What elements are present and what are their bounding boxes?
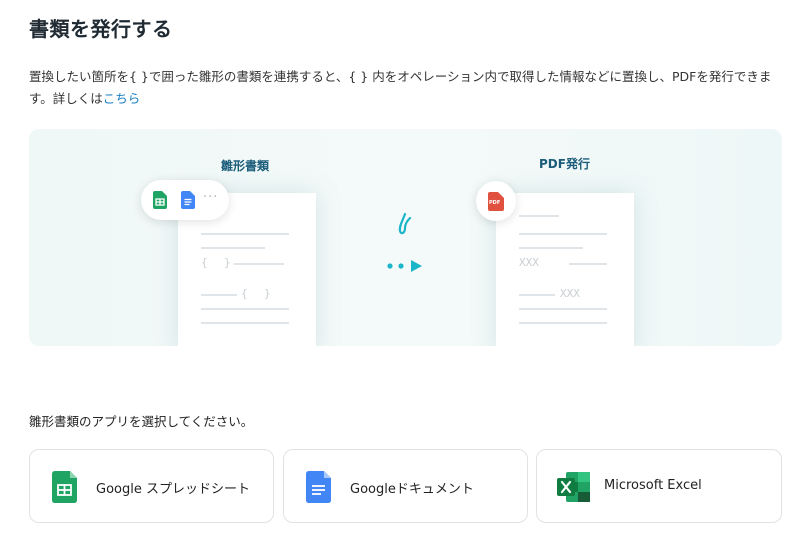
doc-line [519, 247, 583, 249]
template-apps-pill: ··· [141, 180, 229, 220]
pdf-document: XXX XXX [496, 193, 634, 346]
brace-open: { [241, 287, 248, 300]
placeholder-value: XXX [560, 287, 580, 300]
description-text: 置換したい箇所を{ }で囲った雛形の書類を連携すると、{ } 内をオペレーション… [29, 69, 772, 106]
illustration-banner: 雛形書類 PDF発行 { } { } ··· XXX XXX PDF [29, 129, 782, 346]
google-docs-label: Googleドキュメント [350, 482, 474, 497]
details-link[interactable]: こちら [103, 91, 141, 106]
template-doc-label: 雛形書類 [221, 159, 270, 173]
doc-line [519, 294, 555, 296]
pdf-badge-circle: PDF [476, 181, 516, 221]
signature-icon [398, 212, 412, 235]
brace-close: } [264, 287, 271, 300]
doc-line [519, 215, 559, 217]
doc-line [201, 308, 289, 310]
google-docs-icon [306, 471, 331, 503]
google-docs-card[interactable]: Googleドキュメント [283, 449, 528, 523]
doc-line [234, 263, 284, 265]
microsoft-excel-icon [557, 472, 590, 502]
placeholder-value: XXX [519, 256, 539, 269]
google-docs-icon [181, 191, 195, 209]
page-title: 書類を発行する [29, 17, 173, 41]
flow-arrow-icon [387, 260, 422, 272]
google-sheets-icon [52, 471, 77, 503]
more-apps-icon: ··· [203, 190, 219, 205]
google-sheets-icon [153, 191, 167, 209]
doc-line [519, 233, 607, 235]
google-sheets-label: Google スプレッドシート [96, 482, 250, 497]
doc-line [519, 308, 607, 310]
microsoft-excel-card[interactable]: Microsoft Excel [536, 449, 782, 523]
doc-line [201, 294, 237, 296]
pdf-badge-text: PDF [489, 200, 501, 206]
microsoft-excel-label: Microsoft Excel [604, 478, 702, 493]
brace-close: } [224, 256, 231, 269]
doc-line [201, 322, 289, 324]
app-select-prompt: 雛形書類のアプリを選択してください。 [29, 414, 254, 429]
google-sheets-card[interactable]: Google スプレッドシート [29, 449, 274, 523]
page-description: 置換したい箇所を{ }で囲った雛形の書類を連携すると、{ } 内をオペレーション… [29, 66, 774, 110]
doc-line [201, 233, 289, 235]
brace-open: { [201, 256, 208, 269]
pdf-doc-label: PDF発行 [539, 157, 590, 171]
doc-line [569, 263, 607, 265]
doc-line [201, 247, 265, 249]
doc-line [519, 322, 607, 324]
